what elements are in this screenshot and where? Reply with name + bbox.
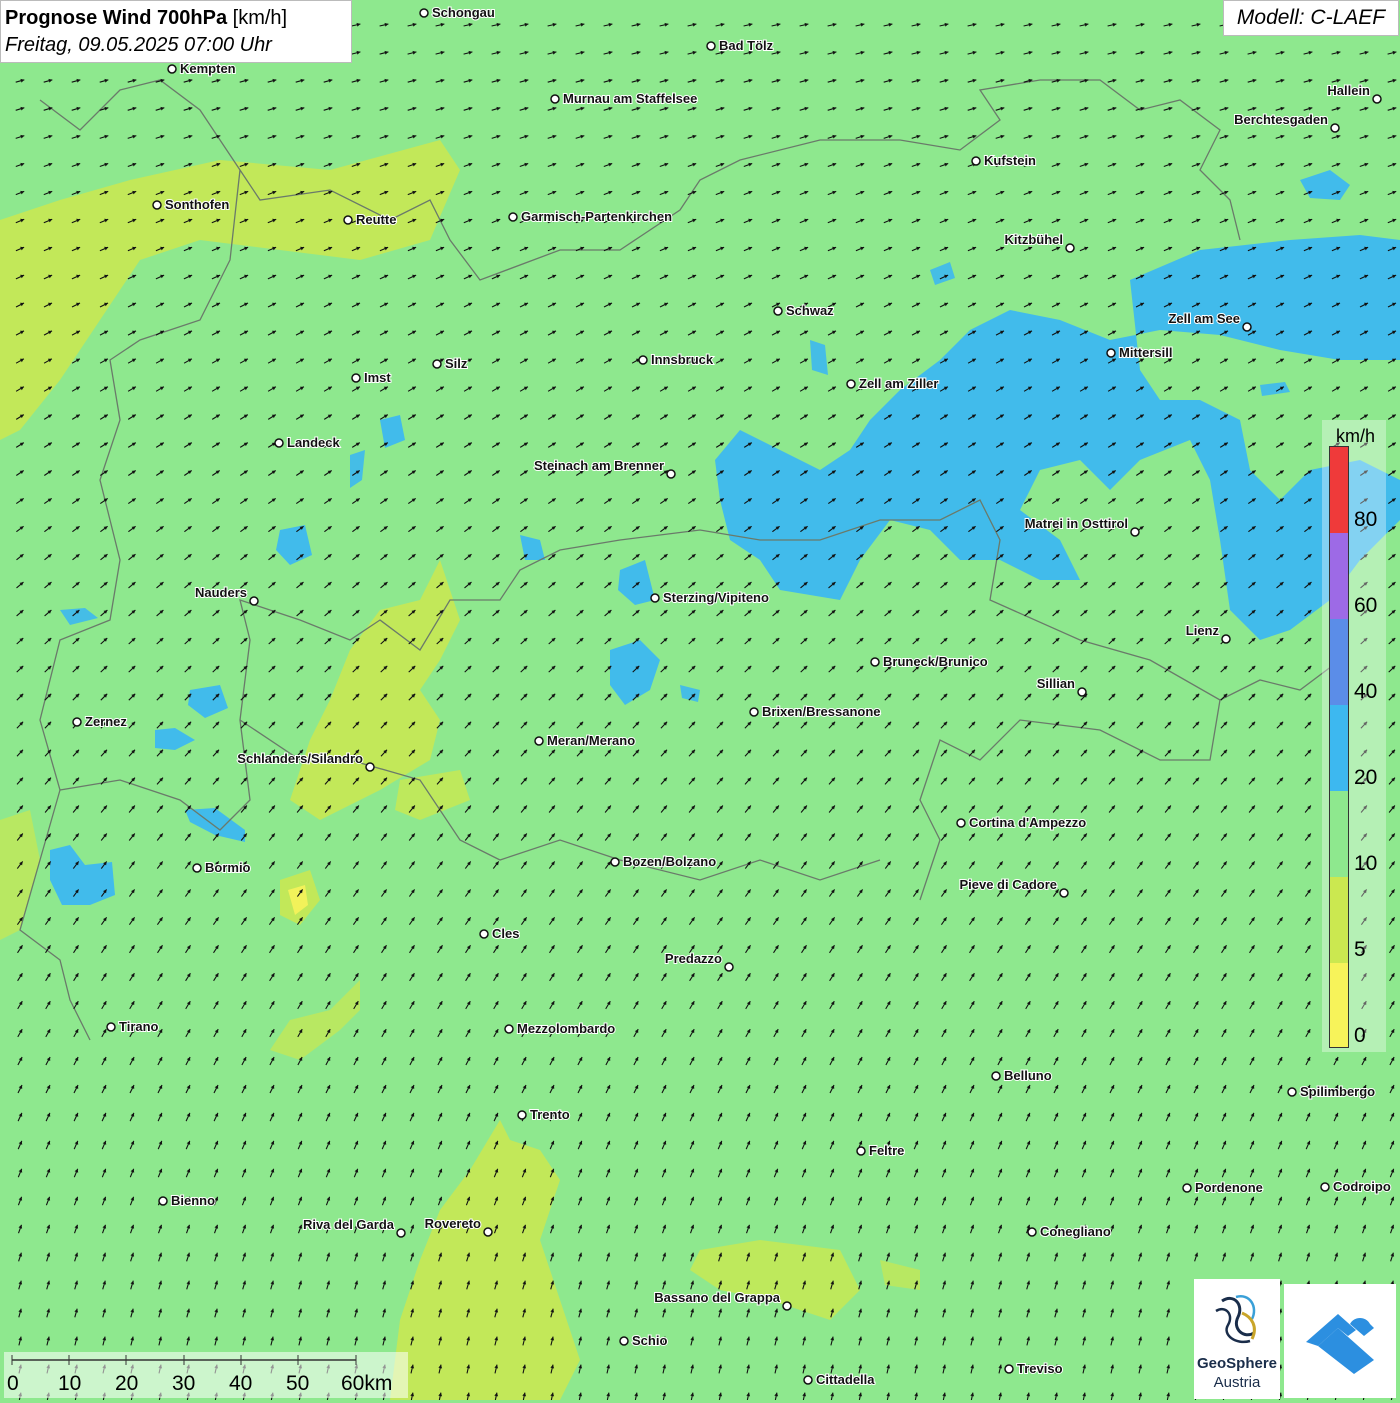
wind-map[interactable]: SchongauBad TölzKemptenMurnau am Staffel… [0,0,1400,1400]
